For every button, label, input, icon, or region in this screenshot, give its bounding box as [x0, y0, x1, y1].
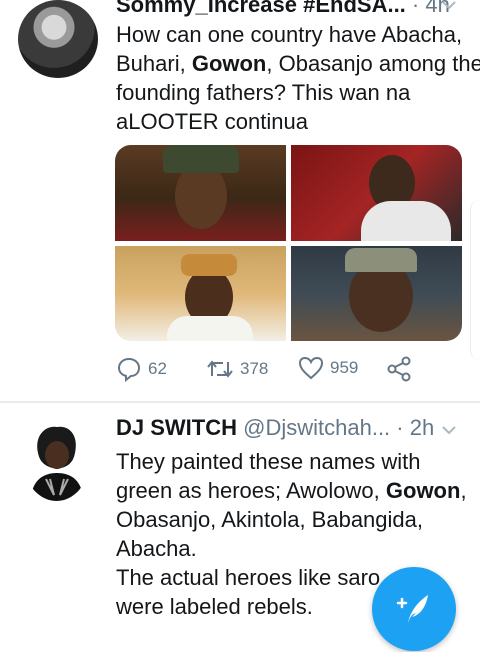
avatar[interactable]	[18, 0, 98, 78]
share-button[interactable]	[386, 356, 412, 382]
retweet-button[interactable]: 378	[206, 356, 268, 382]
retweet-icon	[207, 360, 233, 378]
author-name[interactable]: Sommy_Increase #EndSA...	[116, 0, 406, 17]
tweet-text-line: Buhari, Gowon, Obasanjo among the	[116, 49, 480, 78]
tweet-text-line: Obasanjo, Akintola, Babangida,	[116, 505, 466, 534]
bold-text: Gowon	[385, 478, 461, 503]
photo-2[interactable]	[291, 145, 462, 241]
text-segment: , Obasanjo among the	[266, 51, 480, 76]
tweet-text-line: founding fathers? This wan na	[116, 78, 466, 107]
like-button[interactable]: 959	[298, 356, 358, 380]
media-grid[interactable]	[115, 145, 462, 341]
compose-tweet-icon	[396, 595, 428, 623]
text-segment: Obasanjo, Akintola, Babangida,	[116, 507, 424, 532]
compose-tweet-button[interactable]	[372, 567, 456, 651]
retweet-count: 378	[240, 359, 269, 378]
reply-button[interactable]: 62	[116, 356, 167, 382]
text-segment: green as heroes; Awolowo,	[116, 478, 386, 503]
tweet-actions: 62 378 959	[116, 356, 436, 386]
separator-dot: ·	[411, 0, 420, 17]
tweet-text-line: green as heroes; Awolowo, Gowon,	[116, 476, 467, 505]
author-handle[interactable]: @Djswitchah...	[243, 415, 390, 440]
side-panel-edge	[470, 200, 480, 360]
author-name[interactable]: DJ SWITCH	[116, 415, 237, 440]
text-segment: aLOOTER continua	[116, 109, 308, 134]
text-segment: They painted these names with	[116, 449, 421, 474]
tweet-header: Sommy_Increase #EndSA... · 4h	[116, 0, 450, 18]
separator-dot: ·	[396, 415, 404, 440]
like-icon	[298, 356, 324, 380]
bold-text: Gowon	[191, 51, 267, 76]
text-segment: ,	[460, 478, 467, 503]
text-segment: The actual heroes like saro	[116, 565, 381, 590]
chevron-down-icon[interactable]	[440, 0, 458, 14]
photo-3[interactable]	[115, 246, 286, 341]
like-count: 959	[330, 358, 359, 377]
chevron-down-icon[interactable]	[440, 421, 458, 439]
tweet-text-line: They painted these names with	[116, 447, 466, 476]
text-segment: Buhari,	[116, 51, 192, 76]
reply-icon	[117, 357, 141, 382]
text-segment: were labeled rebels.	[116, 594, 313, 619]
photo-4[interactable]	[291, 246, 462, 341]
tweet-text: How can one country have Abacha, Buhari, …	[116, 20, 480, 136]
text-segment: founding fathers? This wan na	[116, 80, 411, 105]
text-segment: Abacha.	[116, 536, 197, 561]
tweet-text-line: Abacha.	[116, 534, 466, 563]
photo-1[interactable]	[115, 145, 286, 241]
text-segment: How can one country have Abacha,	[116, 22, 463, 47]
avatar[interactable]	[24, 423, 89, 501]
share-icon	[387, 356, 411, 382]
tweet[interactable]: Sommy_Increase #EndSA... · 4h How can on…	[0, 0, 480, 402]
timestamp[interactable]: 2h	[410, 415, 434, 440]
tweet-text-line: How can one country have Abacha,	[116, 20, 466, 49]
tweet-header: DJ SWITCH @Djswitchah... · 2h	[116, 415, 434, 441]
reply-count: 62	[148, 359, 167, 378]
tweet-text-line: aLOOTER continua	[116, 107, 466, 136]
